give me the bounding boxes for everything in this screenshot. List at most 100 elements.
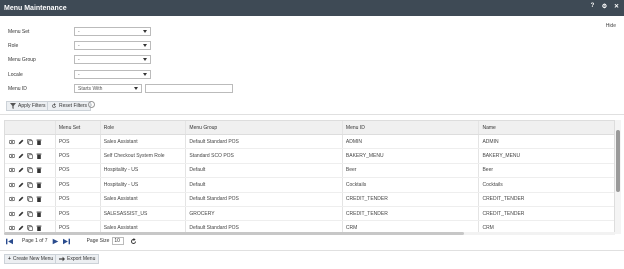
info-icon[interactable]: i [88,101,95,108]
column-header[interactable]: Menu ID [341,121,479,134]
edit-icon[interactable] [18,225,24,231]
apply-filters-button[interactable]: Apply Filters [6,101,50,111]
table-cell: ADMIN [341,135,479,149]
table-row[interactable]: POS Sales Assistant Default Standard POS AD… [5,135,614,150]
copy-icon[interactable] [27,138,33,145]
edit-icon[interactable] [18,211,24,217]
horizontal-scrollbar[interactable] [4,232,615,235]
title-bar: Menu Maintenance ? ⚙ ✕ [0,0,624,16]
table-row[interactable]: POS SALESASSIST_US GROCERY CREDIT_TENDER CRE… [5,206,614,222]
delete-icon[interactable] [36,182,42,188]
menu-group-value: - [78,57,80,63]
vertical-scrollbar[interactable] [615,120,621,234]
table-cell: Default [185,178,341,192]
view-icon[interactable] [8,139,16,145]
table-cell: POS [54,192,100,206]
last-page-icon[interactable] [62,238,70,245]
menu-id-mode-select[interactable]: Starts With [74,84,142,93]
column-header[interactable]: Name [478,121,614,134]
copy-icon[interactable] [27,196,33,202]
menu-id-input[interactable] [145,84,233,93]
role-row: Role - [8,41,151,50]
divider [0,114,624,115]
column-header[interactable]: Menu Set [54,121,100,134]
table-header: Menu Set Role Menu Group Menu ID Name [5,121,614,135]
edit-icon[interactable] [18,196,24,202]
reset-filters-button[interactable]: Reset Filters [47,101,92,111]
refresh-icon[interactable] [130,237,137,245]
view-icon[interactable] [8,211,16,217]
help-icon[interactable]: ? [589,3,596,10]
next-page-icon[interactable] [52,238,59,245]
table-cell: POS [54,178,100,192]
table-cell: CREDIT_TENDER [478,206,614,221]
close-icon[interactable]: ✕ [613,3,620,10]
view-icon[interactable] [8,182,16,188]
table-cell: POS [54,206,100,221]
menu-set-select[interactable]: - [74,27,151,36]
copy-icon[interactable] [27,225,33,231]
edit-icon[interactable] [18,167,24,173]
row-actions [5,153,55,160]
row-actions [5,210,55,217]
role-select[interactable]: - [74,41,151,50]
delete-icon[interactable] [36,139,42,145]
table-cell: POS [54,149,100,163]
edit-icon[interactable] [18,139,24,145]
delete-icon[interactable] [36,196,42,203]
table-cell: Self Checkout System Role [99,149,186,163]
column-header[interactable]: Role [99,121,186,134]
page-size-input[interactable]: 10 [112,237,125,245]
menu-set-row: Menu Set - [8,27,151,36]
copy-icon[interactable] [27,167,33,174]
apply-filters-label: Apply Filters [18,103,46,109]
delete-icon[interactable] [36,167,42,174]
create-menu-button[interactable]: + Create New Menu [4,254,58,264]
pager: Page 1 of 7 Page Size 10 [6,237,137,245]
role-label: Role [8,42,19,49]
chevron-down-icon [143,44,147,47]
table-cell: CREDIT_TENDER [341,206,479,221]
view-icon[interactable] [8,153,16,159]
table-row[interactable]: POS Hospitality - US Default Beer Beer [5,163,614,179]
row-actions [5,182,55,188]
chevron-down-icon [134,87,138,90]
scroll-thumb[interactable] [616,130,620,192]
delete-icon[interactable] [36,153,42,160]
menu-group-select[interactable]: - [74,55,151,64]
first-page-icon[interactable] [6,238,13,245]
table-row[interactable]: POS Self Checkout System Role Standard SCO… [5,149,614,164]
table-cell: Sales Assistant [99,192,186,206]
table-cell: Default Standard POS [185,192,341,206]
row-actions [5,138,55,145]
edit-icon[interactable] [18,182,24,188]
copy-icon[interactable] [27,153,33,159]
copy-icon[interactable] [27,210,33,217]
chevron-down-icon [143,73,147,76]
reset-filters-label: Reset Filters [59,103,88,109]
chevron-down-icon [143,30,147,33]
column-header[interactable]: Menu Group [185,121,341,134]
divider [0,250,624,251]
table-cell: Beer [478,163,614,178]
copy-icon[interactable] [27,182,33,188]
table-row[interactable]: POS Sales Assistant Default Standard POS CR… [5,192,614,207]
table-cell: POS [54,163,100,178]
export-menu-button[interactable]: Export Menu [55,254,100,264]
view-icon[interactable] [8,196,16,202]
edit-icon[interactable] [18,153,24,159]
table-cell: BAKERY_MENU [478,149,614,163]
delete-icon[interactable] [36,225,42,232]
delete-icon[interactable] [36,211,42,217]
table-cell: Hospitality - US [99,163,186,178]
view-icon[interactable] [8,167,16,173]
view-icon[interactable] [8,225,16,231]
locale-select[interactable]: - [74,70,151,79]
table-cell: Beer [341,163,479,178]
hide-filters-link[interactable]: Hide [606,23,616,29]
scroll-thumb[interactable] [4,232,464,235]
settings-icon[interactable]: ⚙ [601,3,608,10]
table-cell: CREDIT_TENDER [478,192,614,206]
table-row[interactable]: POS Hospitality - US Default Cocktails Cockt… [5,178,614,193]
role-value: - [78,43,80,49]
